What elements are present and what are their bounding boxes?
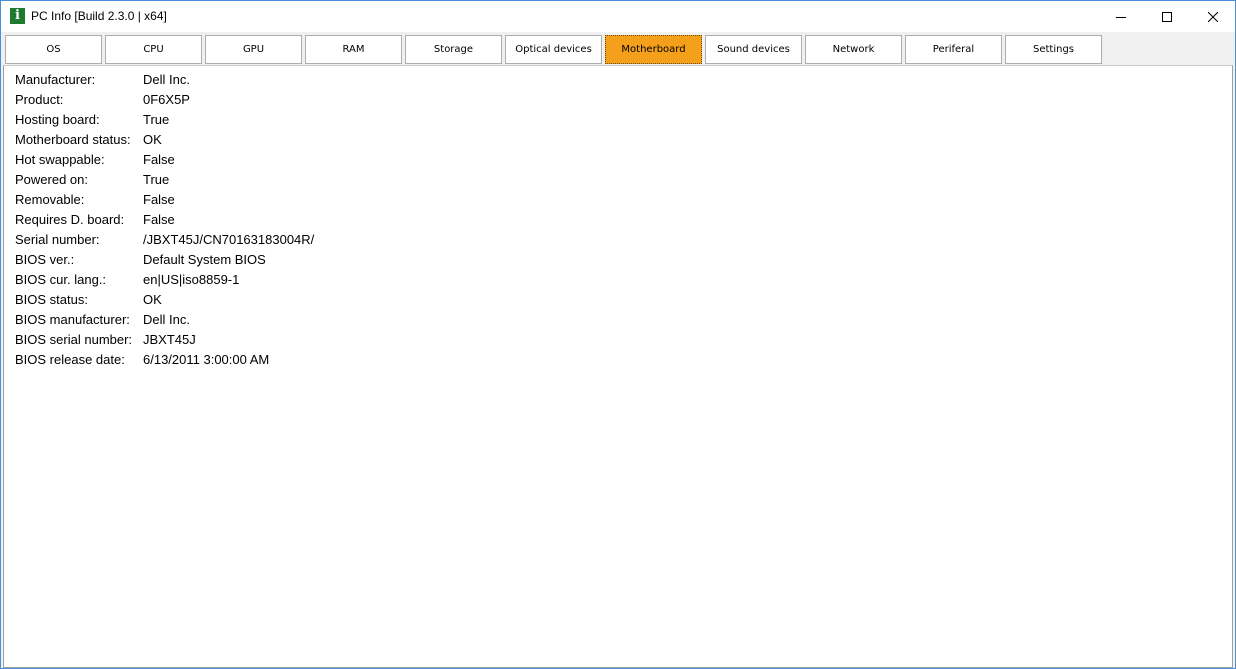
info-label: BIOS status: [15, 292, 88, 307]
tab-bar: OS CPU GPU RAM Storage Optical devices M… [1, 32, 1235, 65]
info-label: BIOS release date: [15, 352, 125, 367]
tab-periferal[interactable]: Periferal [905, 35, 1002, 64]
info-value: JBXT45J [143, 332, 196, 347]
info-label: Manufacturer: [15, 72, 96, 87]
maximize-icon [1162, 11, 1172, 22]
info-value: /JBXT45J/CN70163183004R/ [143, 232, 315, 247]
info-value: 0F6X5P [143, 92, 190, 107]
info-value: False [143, 152, 175, 167]
info-value: Dell Inc. [143, 72, 190, 87]
app-window: i PC Info [Build 2.3.0 | x64] OS CPU GPU… [0, 0, 1236, 669]
tab-cpu[interactable]: CPU [105, 35, 202, 64]
tab-gpu[interactable]: GPU [205, 35, 302, 64]
info-value: False [143, 212, 175, 227]
info-label: BIOS ver.: [15, 252, 75, 267]
tab-ram[interactable]: RAM [305, 35, 402, 64]
maximize-button[interactable] [1144, 1, 1190, 32]
tab-network[interactable]: Network [805, 35, 902, 64]
info-label: Motherboard status: [15, 132, 131, 147]
tab-sound-devices[interactable]: Sound devices [705, 35, 802, 64]
info-label: BIOS manufacturer: [15, 312, 130, 327]
info-label: BIOS serial number: [15, 332, 133, 347]
title-bar[interactable]: i PC Info [Build 2.3.0 | x64] [1, 1, 1235, 32]
motherboard-info-panel: Manufacturer: Dell Inc. Product: 0F6X5P … [3, 65, 1233, 668]
window-title: PC Info [Build 2.3.0 | x64] [31, 9, 167, 23]
tab-optical-devices[interactable]: Optical devices [505, 35, 602, 64]
info-label: Removable: [15, 192, 85, 207]
minimize-icon [1116, 16, 1126, 18]
info-value: Dell Inc. [143, 312, 190, 327]
info-label: Powered on: [15, 172, 88, 187]
info-label: Hot swappable: [15, 152, 105, 167]
tab-storage[interactable]: Storage [405, 35, 502, 64]
info-icon: i [10, 8, 25, 24]
info-label: Requires D. board: [15, 212, 125, 227]
info-value: True [143, 112, 170, 127]
tab-os[interactable]: OS [5, 35, 102, 64]
close-button[interactable] [1190, 1, 1236, 32]
info-label: BIOS cur. lang.: [15, 272, 107, 287]
info-value: OK [143, 292, 162, 307]
minimize-button[interactable] [1098, 1, 1144, 32]
info-value: Default System BIOS [143, 252, 266, 267]
info-value: en|US|iso8859-1 [143, 272, 240, 287]
tab-motherboard[interactable]: Motherboard [605, 35, 702, 64]
info-value: OK [143, 132, 162, 147]
info-value: 6/13/2011 3:00:00 AM [143, 352, 270, 367]
info-label: Serial number: [15, 232, 100, 247]
close-icon [1208, 11, 1218, 22]
info-label: Product: [15, 92, 64, 107]
info-value: True [143, 172, 170, 187]
info-label: Hosting board: [15, 112, 100, 127]
tab-settings[interactable]: Settings [1005, 35, 1102, 64]
info-value: False [143, 192, 175, 207]
